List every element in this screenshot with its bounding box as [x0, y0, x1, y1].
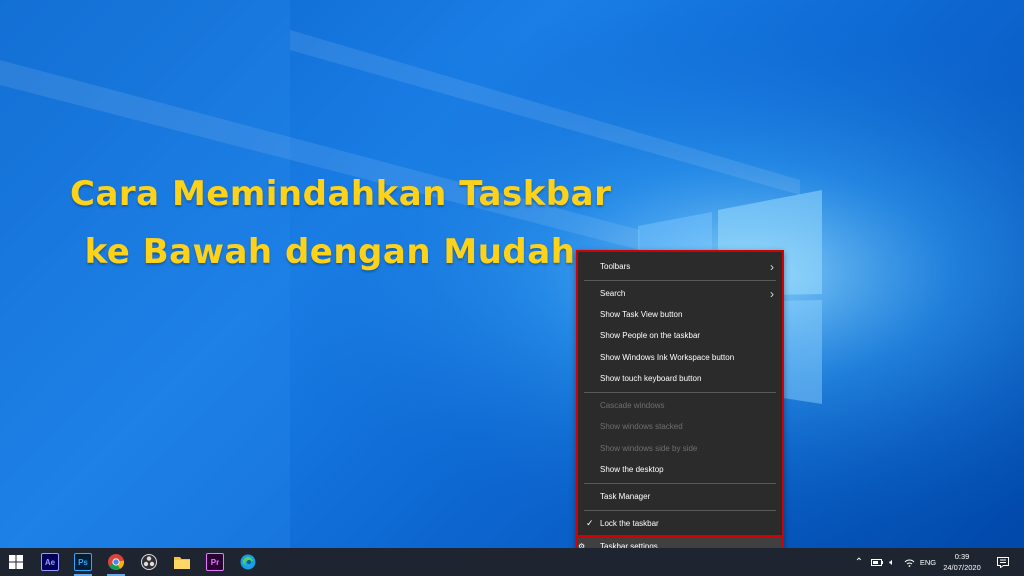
menu-item-show-touch-keyboard[interactable]: Show touch keyboard button [578, 368, 782, 389]
menu-item-show-people[interactable]: Show People on the taskbar [578, 325, 782, 346]
menu-separator [584, 280, 776, 281]
menu-separator [584, 483, 776, 484]
chevron-right-icon: › [770, 259, 774, 274]
menu-item-show-task-view[interactable]: Show Task View button [578, 304, 782, 325]
battery-icon[interactable] [870, 548, 884, 576]
headline-line-1: Cara Memindahkan Taskbar [70, 174, 612, 214]
obs-icon[interactable] [139, 552, 159, 572]
photoshop-icon[interactable]: Ps [73, 552, 93, 576]
menu-item-cascade-windows: Cascade windows [600, 401, 665, 410]
menu-item-show-windows-side-by-side: Show windows side by side [600, 444, 698, 453]
wifi-icon[interactable] [902, 548, 916, 576]
premiere-icon[interactable]: Pr [205, 552, 225, 572]
menu-item-task-manager[interactable]: Task Manager [578, 486, 782, 507]
menu-item-show-ink-workspace[interactable]: Show Windows Ink Workspace button [578, 347, 782, 368]
action-center-button[interactable] [995, 548, 1011, 576]
volume-icon[interactable]: 🔈︎ [885, 548, 899, 576]
chevron-up-icon[interactable]: ⌃ [852, 548, 866, 576]
menu-item-search[interactable]: Search › [578, 283, 782, 304]
checkmark-icon: ✓ [586, 518, 594, 528]
language-indicator[interactable]: ENG [918, 548, 938, 576]
menu-item-show-desktop[interactable]: Show the desktop [578, 459, 782, 480]
menu-separator [584, 510, 776, 511]
notification-icon [997, 556, 1009, 568]
menu-item-toolbars[interactable]: Toolbars › [578, 256, 782, 277]
clock-date: 24/07/2020 [943, 563, 981, 572]
after-effects-icon[interactable]: Ae [40, 552, 60, 572]
menu-separator [584, 392, 776, 393]
headline: Cara Memindahkan Taskbar ke Bawah dengan… [70, 165, 612, 281]
taskbar-context-menu: Toolbars › Search › Show Task View butto… [576, 250, 784, 558]
system-clock[interactable]: 0:39 24/07/2020 [938, 551, 986, 573]
windows-start-icon [9, 555, 23, 569]
clock-time: 0:39 [954, 552, 970, 561]
menu-item-show-windows-stacked: Show windows stacked [600, 422, 683, 431]
chevron-right-icon: › [770, 286, 774, 301]
headline-line-2: ke Bawah dengan Mudah [84, 232, 576, 272]
menu-item-lock-taskbar[interactable]: ✓ Lock the taskbar [578, 513, 782, 534]
edge-icon[interactable] [238, 552, 258, 572]
start-button[interactable] [6, 552, 26, 572]
chrome-icon[interactable] [106, 552, 126, 576]
taskbar: Ae Ps Pr ⌃ 🔈︎ ENG 0:39 24/07/2020 [0, 548, 1024, 576]
file-explorer-icon[interactable] [172, 552, 192, 572]
